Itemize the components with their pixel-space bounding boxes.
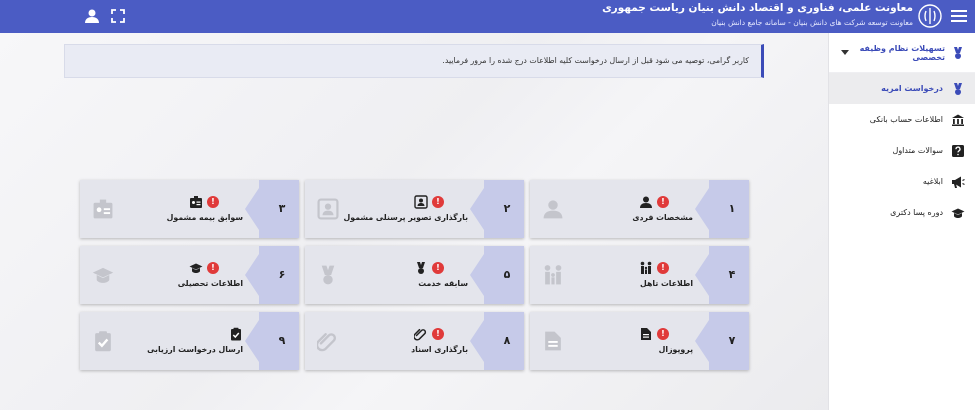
step-number: ۶ (278, 268, 286, 281)
step-label: بارگذاری تصویر پرسنلی مشمول (343, 213, 468, 222)
step-number: ۷ (728, 334, 736, 347)
fullscreen-icon[interactable] (109, 7, 127, 25)
alert-icon: ! (432, 196, 444, 208)
step-card-7[interactable]: ۷! پروپوزال (530, 312, 749, 370)
document-icon (545, 331, 561, 351)
top-header: معاونت علمی، فناوری و اقتصاد دانش بنیان … (0, 0, 975, 33)
sidebar-item-4[interactable]: ابلاغیه (829, 166, 975, 197)
step-number: ۴ (728, 268, 736, 281)
step-number: ۵ (503, 268, 511, 281)
family-icon (640, 261, 652, 274)
family-icon (544, 265, 562, 285)
megaphone-icon (952, 176, 965, 188)
medal-icon (417, 262, 425, 274)
alert-icon: ! (432, 328, 444, 340)
main-content: کاربر گرامی، توصیه می شود قبل از ارسال د… (0, 33, 828, 410)
step-number: ۳ (278, 202, 286, 215)
step-label: سوابق بیمه مشمول (166, 213, 243, 222)
sidebar-item-2[interactable]: اطلاعات حساب بانکی (829, 104, 975, 135)
notice-text: کاربر گرامی، توصیه می شود قبل از ارسال د… (442, 56, 749, 65)
app-subtitle: معاونت توسعه شرکت های دانش بنیان - سامان… (711, 18, 913, 27)
step-card-8[interactable]: ۸! بارگذاری اسناد (305, 312, 524, 370)
emblem-logo (918, 4, 942, 28)
sidebar-item-label: ابلاغیه (922, 177, 943, 186)
step-number: ۱ (728, 202, 736, 215)
portrait-icon (317, 198, 339, 220)
step-card-1[interactable]: ۱! مشخصات فردی (530, 180, 749, 238)
step-label: سابقه خدمت (418, 279, 468, 288)
step-label: ارسال درخواست ارزیابی (147, 345, 243, 354)
user-icon[interactable] (83, 7, 101, 25)
user-icon (640, 196, 652, 208)
alert-icon: ! (657, 262, 669, 274)
step-label: مشخصات فردی (632, 213, 693, 222)
graduation-cap-icon (951, 208, 965, 218)
graduation-cap-icon (92, 267, 114, 283)
step-card-5[interactable]: ۵! سابقه خدمت (305, 246, 524, 304)
alert-icon: ! (207, 262, 219, 274)
clipboard-check-icon (231, 327, 241, 341)
step-label: پروپوزال (658, 345, 693, 354)
step-number: ۸ (503, 334, 511, 347)
step-card-6[interactable]: ۶! اطلاعات تحصیلی (80, 246, 299, 304)
document-icon (641, 328, 651, 340)
menu-button[interactable] (949, 7, 969, 25)
sidebar-item-3[interactable]: سوالات متداول (829, 135, 975, 166)
alert-icon: ! (657, 196, 669, 208)
paperclip-icon (414, 328, 427, 341)
sidebar-item-1[interactable]: درخواست امریه (829, 73, 975, 104)
step-label: بارگذاری اسناد (411, 345, 468, 354)
step-card-3[interactable]: ۳! سوابق بیمه مشمول (80, 180, 299, 238)
step-card-4[interactable]: ۴! اطلاعات تاهل (530, 246, 749, 304)
sidebar-item-5[interactable]: دوره پسا دکتری (829, 197, 975, 228)
alert-icon: ! (657, 328, 669, 340)
clipboard-check-icon (95, 331, 111, 352)
step-label: اطلاعات تاهل (640, 279, 693, 288)
medal-icon (954, 82, 962, 95)
alert-icon: ! (432, 262, 444, 274)
step-card-2[interactable]: ۲! بارگذاری تصویر پرسنلی مشمول (305, 180, 524, 238)
step-card-9[interactable]: ۹ ارسال درخواست ارزیابی (80, 312, 299, 370)
sidebar-group-military-service[interactable]: تسهیلات نظام وظیفه تخصصی (829, 33, 975, 73)
sidebar-item-label: درخواست امریه (881, 84, 943, 93)
sidebar: تسهیلات نظام وظیفه تخصصی درخواست امریه اط… (828, 33, 975, 410)
sidebar-item-label: دوره پسا دکتری (890, 208, 943, 217)
id-card-icon (190, 196, 202, 208)
sidebar-item-label: اطلاعات حساب بانکی (869, 115, 943, 124)
sidebar-item-label: سوالات متداول (892, 146, 944, 155)
medal-icon (954, 46, 962, 59)
step-label: اطلاعات تحصیلی (177, 279, 243, 288)
portrait-icon (414, 195, 428, 209)
bank-icon (952, 114, 964, 126)
graduation-cap-icon (189, 263, 203, 273)
medal-icon (321, 265, 335, 285)
paperclip-icon (317, 333, 337, 352)
chevron-down-icon (841, 50, 849, 55)
id-card-icon (93, 199, 113, 219)
question-icon (952, 144, 964, 157)
user-icon (543, 200, 563, 219)
alert-icon: ! (207, 196, 219, 208)
notice-banner: کاربر گرامی، توصیه می شود قبل از ارسال د… (64, 44, 764, 78)
step-number: ۲ (503, 202, 511, 215)
app-title: معاونت علمی، فناوری و اقتصاد دانش بنیان … (602, 2, 913, 14)
step-number: ۹ (278, 334, 286, 347)
